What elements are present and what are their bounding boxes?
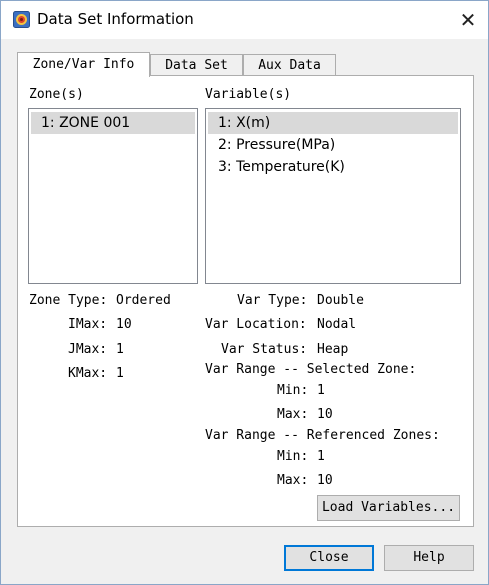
- help-button[interactable]: Help: [384, 545, 474, 571]
- kmax-label: KMax:: [68, 366, 108, 381]
- variables-header: Variable(s): [205, 87, 292, 102]
- tab-label: Data Set: [165, 58, 228, 73]
- jmax-label: JMax:: [68, 342, 108, 357]
- zone-listbox[interactable]: 1: ZONE 001: [28, 108, 198, 284]
- tab-aux-data[interactable]: Aux Data: [243, 54, 336, 76]
- selected-min-label: Min:: [277, 383, 309, 398]
- kmax-value: 1: [116, 366, 124, 381]
- app-icon: [13, 11, 30, 28]
- var-status-value: Heap: [317, 342, 349, 357]
- tab-label: Zone/Var Info: [32, 57, 135, 72]
- zones-header: Zone(s): [29, 87, 84, 102]
- referenced-min-label: Min:: [277, 449, 309, 464]
- variable-list-item[interactable]: 1: X(m): [208, 112, 458, 134]
- zone-type-value: Ordered: [116, 293, 171, 308]
- var-location-value: Nodal: [317, 317, 357, 332]
- var-location-label: Var Location:: [205, 317, 307, 332]
- imax-label: IMax:: [68, 317, 108, 332]
- load-variables-button[interactable]: Load Variables...: [317, 495, 460, 521]
- close-icon[interactable]: ✕: [452, 4, 484, 36]
- selected-min-value: 1: [317, 383, 325, 398]
- title-bar[interactable]: Data Set Information ✕: [1, 1, 488, 39]
- tab-data-set[interactable]: Data Set: [150, 54, 243, 76]
- var-type-value: Double: [317, 293, 364, 308]
- imax-value: 10: [116, 317, 132, 332]
- range-selected-label: Var Range -- Selected Zone:: [205, 362, 417, 377]
- selected-max-label: Max:: [277, 407, 309, 422]
- variable-list-item[interactable]: 3: Temperature(K): [208, 156, 458, 178]
- close-button[interactable]: Close: [284, 545, 374, 571]
- zone-type-label: Zone Type:: [29, 293, 108, 308]
- tab-label: Aux Data: [258, 58, 321, 73]
- referenced-max-label: Max:: [277, 473, 309, 488]
- tab-zone-var-info[interactable]: Zone/Var Info: [17, 52, 150, 77]
- referenced-min-value: 1: [317, 449, 325, 464]
- variable-listbox[interactable]: 1: X(m) 2: Pressure(MPa) 3: Temperature(…: [205, 108, 461, 284]
- window-title: Data Set Information: [37, 10, 194, 28]
- range-referenced-label: Var Range -- Referenced Zones:: [205, 428, 440, 443]
- var-status-label: Var Status:: [221, 342, 308, 357]
- dialog-window: Data Set Information ✕ Zone/Var Info Dat…: [0, 0, 489, 585]
- referenced-max-value: 10: [317, 473, 333, 488]
- selected-max-value: 10: [317, 407, 333, 422]
- zone-list-item[interactable]: 1: ZONE 001: [31, 112, 195, 134]
- jmax-value: 1: [116, 342, 124, 357]
- var-type-label: Var Type:: [237, 293, 308, 308]
- variable-list-item[interactable]: 2: Pressure(MPa): [208, 134, 458, 156]
